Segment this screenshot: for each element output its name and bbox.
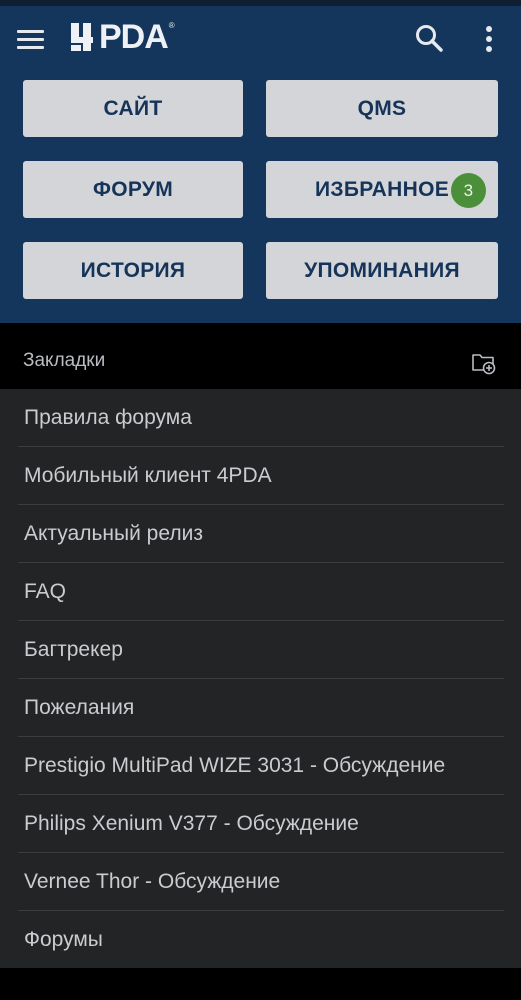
bookmark-item[interactable]: Prestigio MultiPad WIZE 3031 - Обсуждени…	[0, 737, 521, 795]
favorites-button[interactable]: ИЗБРАННОЕ 3	[266, 161, 498, 218]
site-button[interactable]: САЙТ	[23, 80, 243, 137]
header-panel: PDA ® САЙТ QMS ФОРУМ ИЗБРАННОЕ 3 ИСТОРИЯ…	[0, 6, 521, 323]
bookmark-label: FAQ	[24, 580, 67, 603]
bookmark-label: Пожелания	[24, 696, 135, 719]
mentions-button[interactable]: УПОМИНАНИЯ	[266, 242, 498, 299]
bookmarks-title: Закладки	[23, 350, 106, 371]
logo-text: PDA	[99, 18, 169, 56]
app-logo: PDA ®	[69, 20, 175, 54]
bottom-strip	[0, 968, 521, 1000]
bookmark-item-forums[interactable]: Форумы	[0, 911, 521, 969]
bookmark-item[interactable]: Багтрекер	[0, 621, 521, 679]
logo-registered-mark: ®	[168, 20, 175, 30]
bookmark-item[interactable]: Правила форума	[0, 389, 521, 447]
favorites-count-badge: 3	[451, 173, 486, 208]
forum-button[interactable]: ФОРУМ	[23, 161, 243, 218]
bookmark-item[interactable]: FAQ	[0, 563, 521, 621]
hamburger-menu-icon[interactable]	[12, 20, 48, 56]
bookmark-label: Prestigio MultiPad WIZE 3031 - Обсуждени…	[24, 754, 446, 777]
bookmark-label: Правила форума	[24, 406, 192, 429]
bookmark-label: Мобильный клиент 4PDA	[24, 464, 272, 487]
search-icon[interactable]	[412, 22, 446, 56]
bookmarks-header: Закладки	[0, 323, 521, 389]
bookmark-label: Форумы	[24, 928, 103, 951]
bookmark-item[interactable]: Vernee Thor - Обсуждение	[0, 853, 521, 911]
qms-button[interactable]: QMS	[266, 80, 498, 137]
bookmarks-list: Правила форума Мобильный клиент 4PDA Акт…	[0, 389, 521, 968]
bookmark-item[interactable]: Актуальный релиз	[0, 505, 521, 563]
bookmark-item[interactable]: Мобильный клиент 4PDA	[0, 447, 521, 505]
bookmark-label: Актуальный релиз	[24, 522, 203, 545]
bookmark-label: Philips Xenium V377 - Обсуждение	[24, 812, 359, 835]
bookmark-label: Vernee Thor - Обсуждение	[24, 870, 281, 893]
more-vert-icon[interactable]	[476, 22, 504, 56]
logo-four-mark-icon	[71, 23, 93, 51]
app-bar: PDA ®	[0, 6, 521, 68]
favorites-label: ИЗБРАННОЕ	[314, 177, 450, 201]
bookmark-item[interactable]: Philips Xenium V377 - Обсуждение	[0, 795, 521, 853]
bookmark-item[interactable]: Пожелания	[0, 679, 521, 737]
history-button[interactable]: ИСТОРИЯ	[23, 242, 243, 299]
folder-add-icon[interactable]	[471, 350, 497, 376]
bookmark-label: Багтрекер	[24, 638, 123, 661]
